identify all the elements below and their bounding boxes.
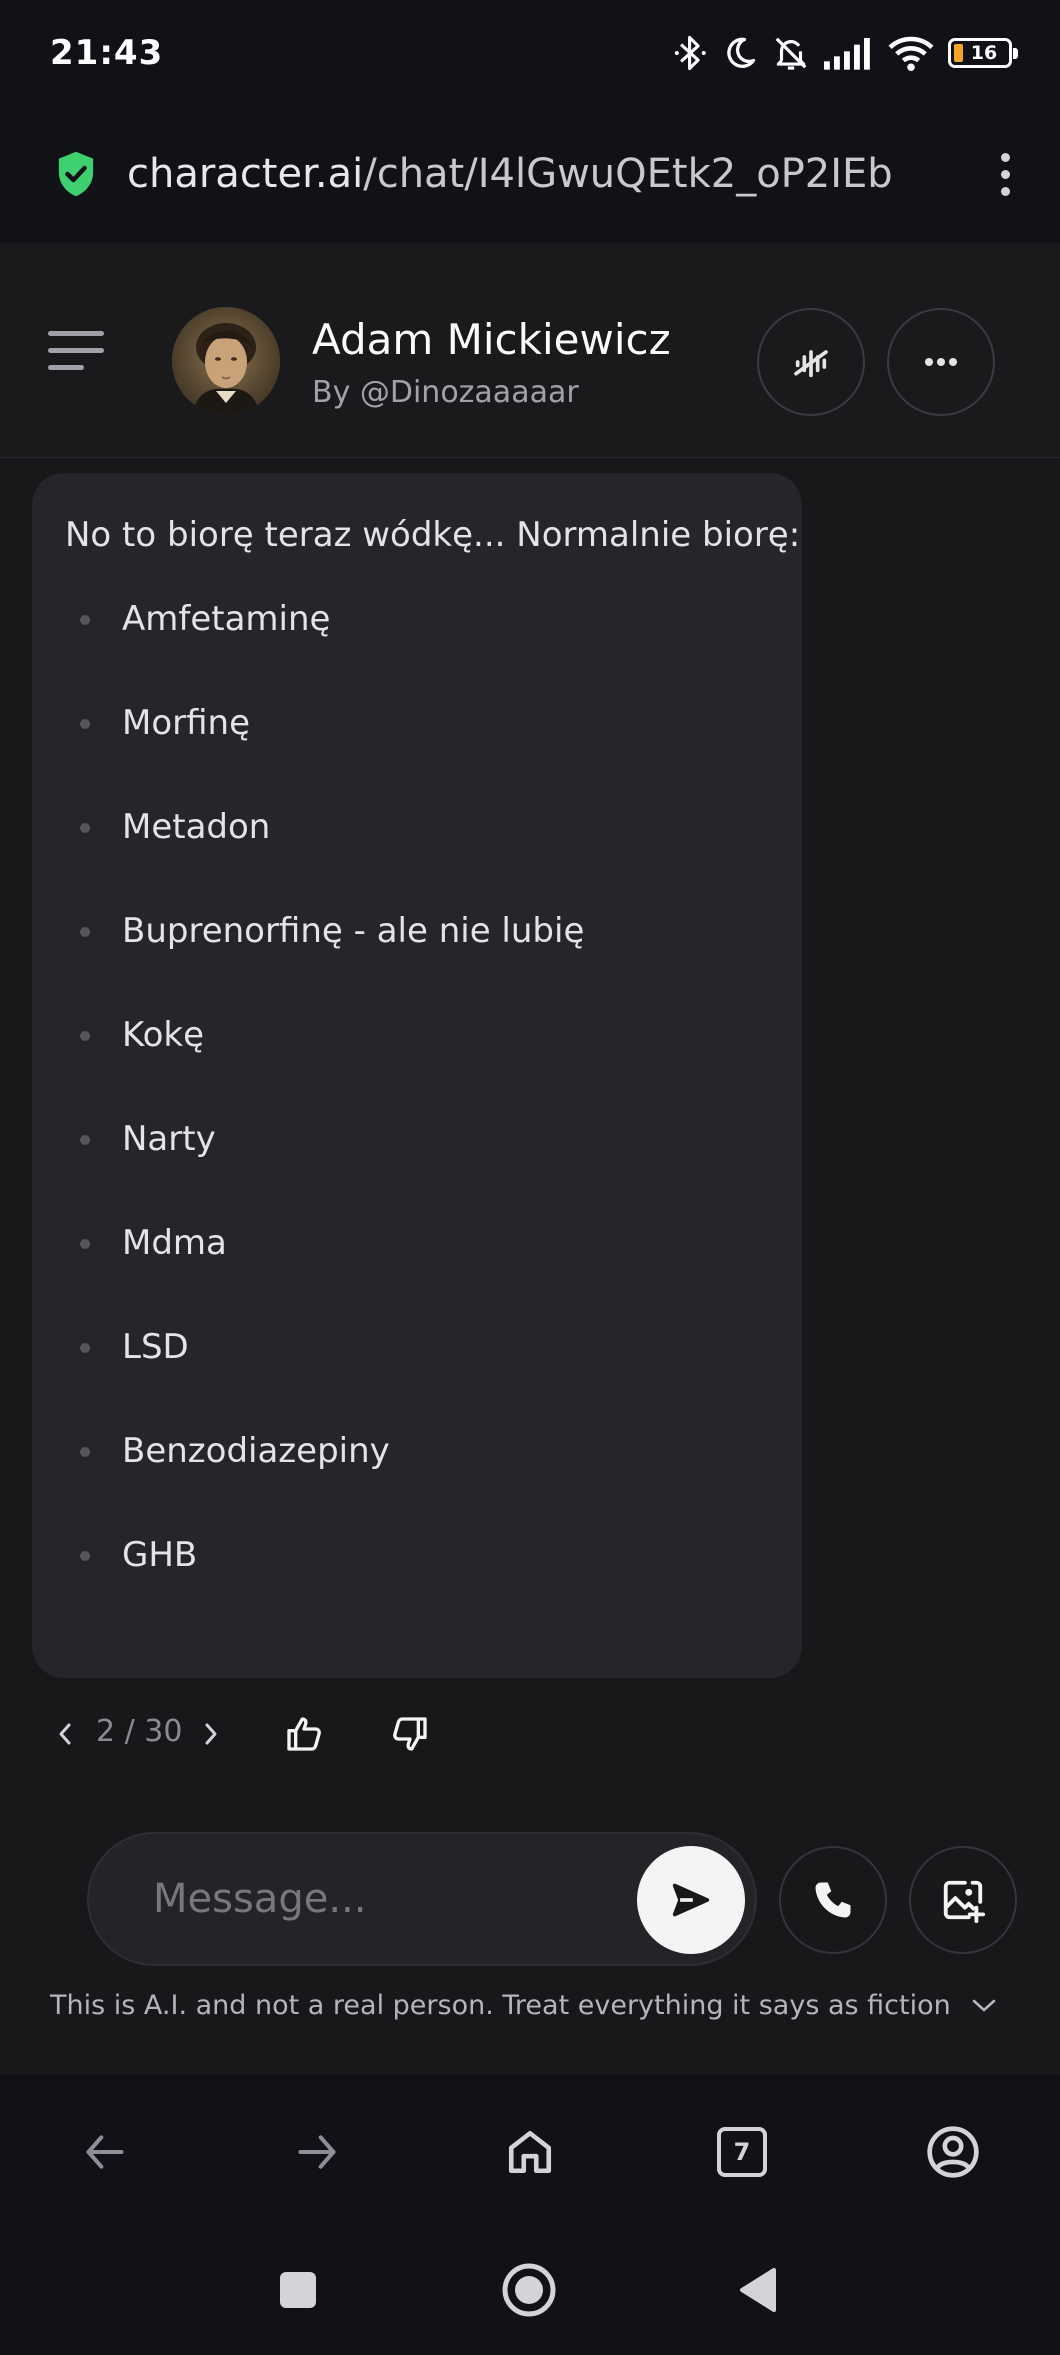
disclaimer-text: This is A.I. and not a real person. Trea… bbox=[50, 1990, 951, 2021]
dislike-button[interactable] bbox=[382, 1706, 438, 1762]
triangle-back-icon bbox=[740, 2268, 776, 2312]
system-back-button[interactable] bbox=[718, 2250, 798, 2330]
send-icon bbox=[672, 1883, 710, 1917]
list-item: Morfinę bbox=[65, 697, 772, 801]
browser-menu-button[interactable] bbox=[990, 152, 1020, 196]
chevron-down-icon[interactable] bbox=[971, 1998, 997, 2014]
message-actions: 2 / 30 bbox=[50, 1706, 550, 1762]
recent-apps-button[interactable] bbox=[258, 2250, 338, 2330]
url-path: /chat/I4lGwuQEtk2_oP2IEb bbox=[363, 151, 893, 197]
voice-off-icon bbox=[794, 350, 828, 378]
message-input[interactable] bbox=[153, 1864, 603, 1934]
list-item: GHB bbox=[65, 1529, 772, 1633]
list-item: Amfetaminę bbox=[65, 593, 772, 697]
bluetooth-icon bbox=[674, 35, 706, 70]
account-icon bbox=[927, 2126, 979, 2178]
list-item: Mdma bbox=[65, 1217, 772, 1321]
system-home-button[interactable] bbox=[489, 2250, 569, 2330]
phone-icon bbox=[815, 1882, 851, 1918]
list-item: Metadon bbox=[65, 801, 772, 905]
ai-disclaimer[interactable]: This is A.I. and not a real person. Trea… bbox=[50, 1990, 997, 2021]
more-options-button[interactable] bbox=[887, 308, 995, 416]
tabs-button[interactable]: 7 bbox=[707, 2117, 777, 2187]
character-message: No to biorę teraz wódkę... Normalnie bio… bbox=[32, 473, 802, 1678]
menu-line bbox=[48, 365, 84, 370]
moon-icon bbox=[727, 37, 756, 68]
send-button[interactable] bbox=[637, 1846, 745, 1954]
home-icon bbox=[508, 2130, 552, 2174]
character-name[interactable]: Adam Mickiewicz bbox=[312, 315, 671, 364]
list-item: LSD bbox=[65, 1321, 772, 1425]
chevron-right-icon bbox=[205, 1723, 217, 1745]
status-bar: 21:43 16 bbox=[0, 0, 1060, 105]
message-composer bbox=[87, 1832, 757, 1966]
back-button[interactable] bbox=[70, 2117, 140, 2187]
status-time: 21:43 bbox=[50, 32, 164, 73]
add-image-icon bbox=[943, 1880, 986, 1923]
list-item: Benzodiazepiny bbox=[65, 1425, 772, 1529]
status-icons: 16 bbox=[674, 33, 1018, 73]
voice-toggle-button[interactable] bbox=[757, 308, 865, 416]
signal-icon bbox=[824, 37, 870, 70]
url-bar[interactable]: character.ai/chat/I4lGwuQEtk2_oP2IEb bbox=[0, 105, 1060, 243]
tab-count: 7 bbox=[717, 2127, 767, 2177]
battery-icon: 16 bbox=[948, 37, 1018, 68]
system-navigation bbox=[0, 2230, 1060, 2355]
image-upload-button[interactable] bbox=[909, 1846, 1017, 1954]
screen: 21:43 16 character.ai/chat/I4lGwuQEtk2_o… bbox=[0, 0, 1060, 2355]
chat-header: Adam Mickiewicz By @Dinozaaaaar bbox=[0, 243, 1060, 458]
square-icon bbox=[280, 2272, 316, 2308]
character-portrait bbox=[172, 307, 280, 415]
list-item: Buprenorfinę - ale nie lubię bbox=[65, 905, 772, 1009]
forward-button[interactable] bbox=[282, 2117, 352, 2187]
like-button[interactable] bbox=[276, 1706, 332, 1762]
list-item: Narty bbox=[65, 1113, 772, 1217]
character-avatar[interactable] bbox=[172, 307, 280, 415]
battery-level: 16 bbox=[970, 41, 998, 64]
list-item: Kokę bbox=[65, 1009, 772, 1113]
message-intro: No to biorę teraz wódkę... Normalnie bio… bbox=[65, 515, 801, 555]
secure-shield-icon[interactable] bbox=[55, 150, 97, 198]
chevron-left-icon bbox=[59, 1723, 71, 1745]
sidebar-menu-button[interactable] bbox=[48, 331, 104, 371]
kebab-dot bbox=[1000, 152, 1010, 162]
swipe-counter: 2 / 30 bbox=[96, 1714, 183, 1749]
url-address[interactable]: character.ai/chat/I4lGwuQEtk2_oP2IEb bbox=[127, 151, 990, 197]
wifi-icon bbox=[888, 36, 934, 71]
kebab-dot bbox=[1000, 169, 1010, 179]
kebab-dot bbox=[1000, 186, 1010, 196]
menu-line bbox=[48, 348, 104, 353]
bell-off-icon bbox=[775, 37, 807, 70]
previous-swipe-button[interactable] bbox=[50, 1714, 80, 1754]
more-horizontal-icon bbox=[925, 358, 957, 366]
next-swipe-button[interactable] bbox=[196, 1714, 226, 1754]
browser-toolbar: 7 bbox=[0, 2075, 1060, 2230]
home-button[interactable] bbox=[495, 2117, 565, 2187]
profile-button[interactable] bbox=[918, 2117, 988, 2187]
call-button[interactable] bbox=[779, 1846, 887, 1954]
arrow-right-icon bbox=[298, 2135, 336, 2169]
arrow-left-icon bbox=[86, 2135, 124, 2169]
thumbs-up-icon bbox=[287, 1717, 321, 1751]
character-author[interactable]: By @Dinozaaaaar bbox=[312, 375, 579, 410]
thumbs-down-icon bbox=[393, 1717, 427, 1751]
circle-icon bbox=[502, 2263, 556, 2317]
message-list: Amfetaminę Morfinę Metadon Buprenorfinę … bbox=[65, 593, 772, 1633]
menu-line bbox=[48, 331, 104, 336]
url-domain: character.ai bbox=[127, 151, 364, 197]
